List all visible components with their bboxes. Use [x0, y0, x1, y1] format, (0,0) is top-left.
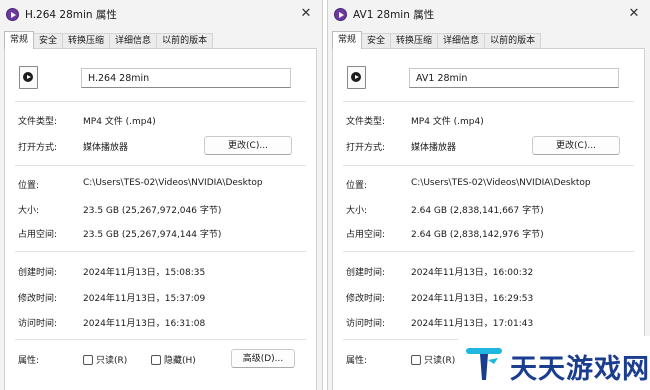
accessed-value: 2024年11月13日，17:01:43: [411, 319, 534, 329]
properties-window-h264: H.264 28min 属性 ✕ 常规 安全 转换压缩 详细信息 以前的版本 H…: [0, 0, 323, 390]
general-panel: H.264 28min 文件类型: MP4 文件 (.mp4) 打开方式: 媒体…: [4, 48, 317, 390]
size-on-disk-label: 占用空间:: [346, 230, 386, 240]
size-on-disk-value: 2.64 GB (2,838,142,976 字节): [411, 230, 544, 240]
title-bar[interactable]: H.264 28min 属性 ✕: [0, 0, 322, 30]
tab-compression[interactable]: 转换压缩: [62, 33, 111, 49]
created-value: 2024年11月13日，15:08:35: [83, 268, 206, 278]
divider: [343, 165, 634, 166]
tab-general[interactable]: 常规: [332, 31, 363, 49]
created-value: 2024年11月13日，16:00:32: [411, 268, 534, 278]
video-file-icon: [19, 66, 38, 89]
properties-window-av1: AV1 28min 属性 ✕ 常规 安全 转换压缩 详细信息 以前的版本 AV1…: [327, 0, 650, 390]
divider: [343, 101, 634, 102]
file-type-value: MP4 文件 (.mp4): [411, 117, 484, 127]
location-label: 位置:: [346, 181, 368, 191]
title-bar[interactable]: AV1 28min 属性 ✕: [328, 0, 650, 30]
change-button[interactable]: 更改(C)...: [204, 136, 292, 155]
size-value: 23.5 GB (25,267,972,046 字节): [83, 206, 222, 216]
watermark: 天天游戏网: [458, 336, 650, 390]
divider: [15, 339, 306, 340]
modified-value: 2024年11月13日，15:37:09: [83, 294, 206, 304]
media-player-icon: [334, 8, 347, 21]
open-with-label: 打开方式:: [18, 143, 58, 153]
window-title: H.264 28min 属性: [25, 9, 117, 21]
location-label: 位置:: [18, 181, 40, 191]
location-value: C:\Users\TES-02\Videos\NVIDIA\Desktop: [411, 178, 591, 188]
hidden-label: 隐藏(H): [164, 356, 196, 366]
tab-previous-versions[interactable]: 以前的版本: [484, 33, 542, 49]
open-with-value: 媒体播放器: [411, 143, 457, 153]
divider: [15, 165, 306, 166]
created-label: 创建时间:: [346, 268, 386, 278]
accessed-label: 访问时间:: [346, 319, 386, 329]
open-with-value: 媒体播放器: [83, 143, 129, 153]
tab-compression[interactable]: 转换压缩: [390, 33, 439, 49]
readonly-label: 只读(R): [96, 356, 128, 366]
watermark-text: 天天游戏网: [510, 354, 650, 385]
accessed-label: 访问时间:: [18, 319, 58, 329]
checkbox-box[interactable]: [411, 354, 421, 365]
divider: [15, 101, 306, 102]
window-title: AV1 28min 属性: [353, 9, 435, 21]
readonly-checkbox[interactable]: 只读(R): [83, 353, 127, 366]
change-button[interactable]: 更改(C)...: [532, 136, 620, 155]
modified-value: 2024年11月13日，16:29:53: [411, 294, 534, 304]
tab-previous-versions[interactable]: 以前的版本: [156, 33, 214, 49]
close-icon[interactable]: ✕: [294, 3, 318, 25]
checkbox-box[interactable]: [83, 354, 93, 365]
tab-strip: 常规 安全 转换压缩 详细信息 以前的版本: [332, 31, 542, 49]
divider: [343, 251, 634, 252]
file-type-value: MP4 文件 (.mp4): [83, 117, 156, 127]
attributes-label: 属性:: [18, 356, 40, 366]
size-on-disk-label: 占用空间:: [18, 230, 58, 240]
filename-input[interactable]: AV1 28min: [409, 68, 619, 88]
size-value: 2.64 GB (2,838,141,667 字节): [411, 206, 544, 216]
media-player-icon: [6, 8, 19, 21]
watermark-logo-icon: [466, 348, 502, 380]
size-label: 大小:: [18, 206, 40, 216]
tab-details[interactable]: 详细信息: [109, 33, 158, 49]
tab-security[interactable]: 安全: [33, 33, 64, 49]
video-file-icon: [347, 66, 366, 89]
open-with-label: 打开方式:: [346, 143, 386, 153]
tab-strip: 常规 安全 转换压缩 详细信息 以前的版本: [4, 31, 214, 49]
filename-input[interactable]: H.264 28min: [81, 68, 291, 88]
created-label: 创建时间:: [18, 268, 58, 278]
size-label: 大小:: [346, 206, 368, 216]
file-type-label: 文件类型:: [346, 117, 386, 127]
tab-details[interactable]: 详细信息: [437, 33, 486, 49]
close-icon[interactable]: ✕: [622, 3, 646, 25]
checkbox-box[interactable]: [151, 354, 161, 365]
hidden-checkbox[interactable]: 隐藏(H): [151, 353, 196, 366]
tab-security[interactable]: 安全: [361, 33, 392, 49]
location-value: C:\Users\TES-02\Videos\NVIDIA\Desktop: [83, 178, 263, 188]
advanced-button[interactable]: 高级(D)...: [231, 349, 295, 368]
file-type-label: 文件类型:: [18, 117, 58, 127]
modified-label: 修改时间:: [18, 294, 58, 304]
attributes-label: 属性:: [346, 356, 368, 366]
divider: [15, 251, 306, 252]
modified-label: 修改时间:: [346, 294, 386, 304]
size-on-disk-value: 23.5 GB (25,267,974,144 字节): [83, 230, 222, 240]
readonly-label: 只读(R): [424, 356, 456, 366]
accessed-value: 2024年11月13日，16:31:08: [83, 319, 206, 329]
readonly-checkbox[interactable]: 只读(R): [411, 353, 455, 366]
tab-general[interactable]: 常规: [4, 31, 35, 49]
